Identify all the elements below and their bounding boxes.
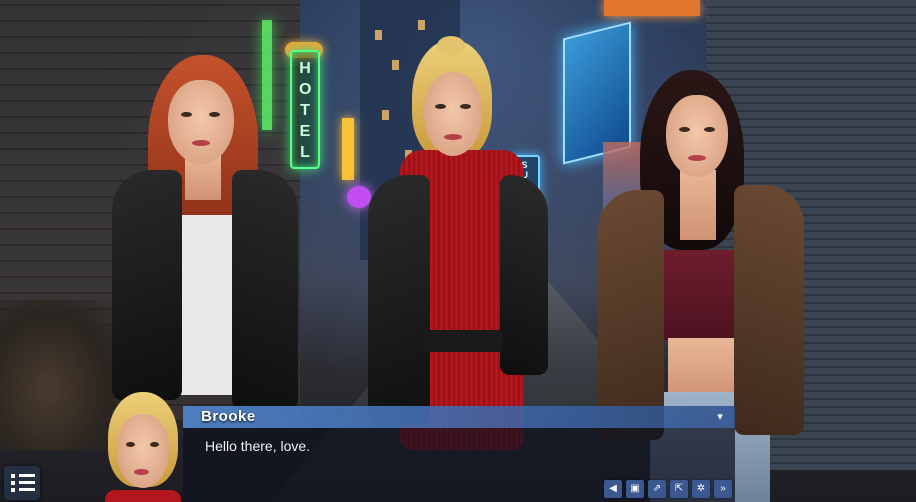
dialogue-text: Hello there, love. (205, 438, 311, 454)
brooke-jacket-left (368, 175, 430, 425)
redhead-jacket-right (232, 170, 298, 410)
share-button[interactable]: ⇱ (670, 480, 688, 498)
portrait-dress (105, 490, 181, 502)
back-icon: ◀ (609, 483, 617, 494)
speaker-portrait (100, 390, 186, 502)
brunette-crop-top (655, 250, 743, 340)
brooke-face (424, 72, 482, 156)
brunette-jacket-right (734, 185, 804, 435)
redhead-jacket-left (112, 170, 182, 400)
external-link-icon: ⇗ (652, 483, 662, 494)
brunette-neck (680, 170, 716, 240)
hotel-sign-text: HOTEL (299, 60, 312, 161)
brooke-hair-bun (437, 36, 465, 56)
external-link-button[interactable]: ⇗ (648, 480, 666, 498)
chevron-down-icon[interactable]: ▾ (711, 409, 729, 425)
skip-icon: » (720, 483, 726, 494)
yellow-neon-sign (342, 118, 354, 180)
quick-menu: ◀ ▣ ⇗ ⇱ ✲ » (604, 480, 732, 498)
redhead-face (168, 80, 234, 164)
pink-neon-sign (347, 186, 371, 208)
brunette-face (666, 95, 728, 177)
skip-button[interactable]: » (714, 480, 732, 498)
brunette-jacket-left (598, 190, 664, 440)
save-button[interactable]: ▣ (626, 480, 644, 498)
main-menu-button[interactable] (4, 466, 40, 500)
speaker-name: Brooke (201, 408, 256, 425)
brunette-midriff (668, 338, 734, 398)
settings-icon: ✲ (696, 483, 706, 494)
save-icon: ▣ (630, 483, 640, 494)
speaker-namebox: Brooke ▾ (183, 406, 735, 428)
settings-button[interactable]: ✲ (692, 480, 710, 498)
share-icon: ⇱ (674, 483, 684, 494)
back-button[interactable]: ◀ (604, 480, 622, 498)
portrait-face (117, 414, 169, 488)
hotel-neon-sign: HOTEL (290, 50, 320, 169)
orange-shop-sign (604, 0, 700, 16)
neon-strip (262, 20, 272, 130)
brooke-belt (425, 330, 503, 352)
brooke-jacket-right (500, 175, 548, 375)
